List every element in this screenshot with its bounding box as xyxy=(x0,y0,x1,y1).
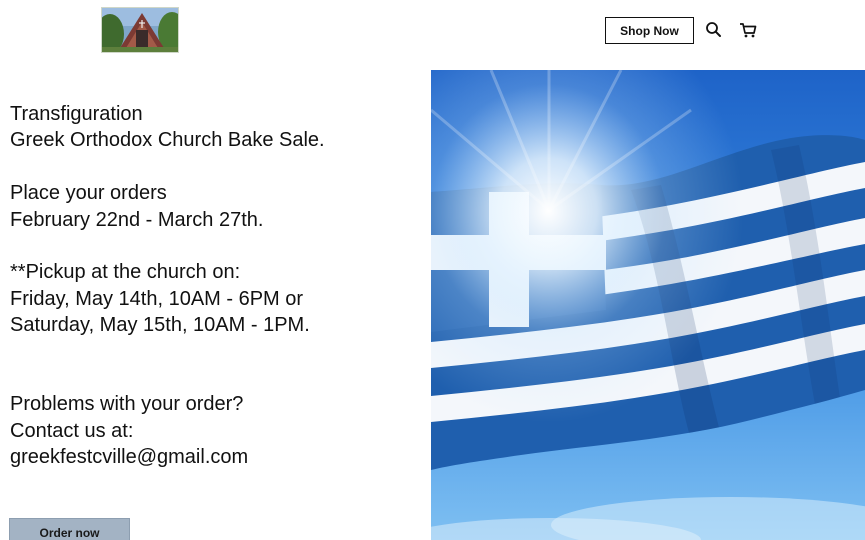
church-logo[interactable] xyxy=(101,7,179,53)
orders-heading: Place your orders xyxy=(10,182,167,205)
page-title-line2: Greek Orthodox Church Bake Sale. xyxy=(10,129,325,152)
order-now-button[interactable]: Order now xyxy=(9,518,130,540)
shop-now-button[interactable]: Shop Now xyxy=(605,17,694,44)
shop-now-label: Shop Now xyxy=(620,23,679,38)
contact-label: Contact us at: xyxy=(10,419,134,442)
cart-icon[interactable] xyxy=(738,20,758,40)
contact-heading: Problems with your order? xyxy=(10,393,244,416)
page-title-line1: Transfiguration xyxy=(10,103,143,125)
search-icon[interactable] xyxy=(704,20,724,40)
pickup-heading: **Pickup at the church on: xyxy=(10,261,241,284)
order-now-label: Order now xyxy=(39,526,100,540)
pickup-saturday: Saturday, May 15th, 10AM - 1PM. xyxy=(10,314,310,337)
greek-flag-image xyxy=(431,70,865,540)
bake-sale-info: Transfiguration Greek Orthodox Church Ba… xyxy=(10,101,420,471)
pickup-friday: Friday, May 14th, 10AM - 6PM or xyxy=(10,287,304,310)
church-photo-image xyxy=(102,8,178,52)
orders-dates: February 22nd - March 27th. xyxy=(10,208,264,231)
contact-email[interactable]: greekfestcville@gmail.com xyxy=(10,444,420,470)
